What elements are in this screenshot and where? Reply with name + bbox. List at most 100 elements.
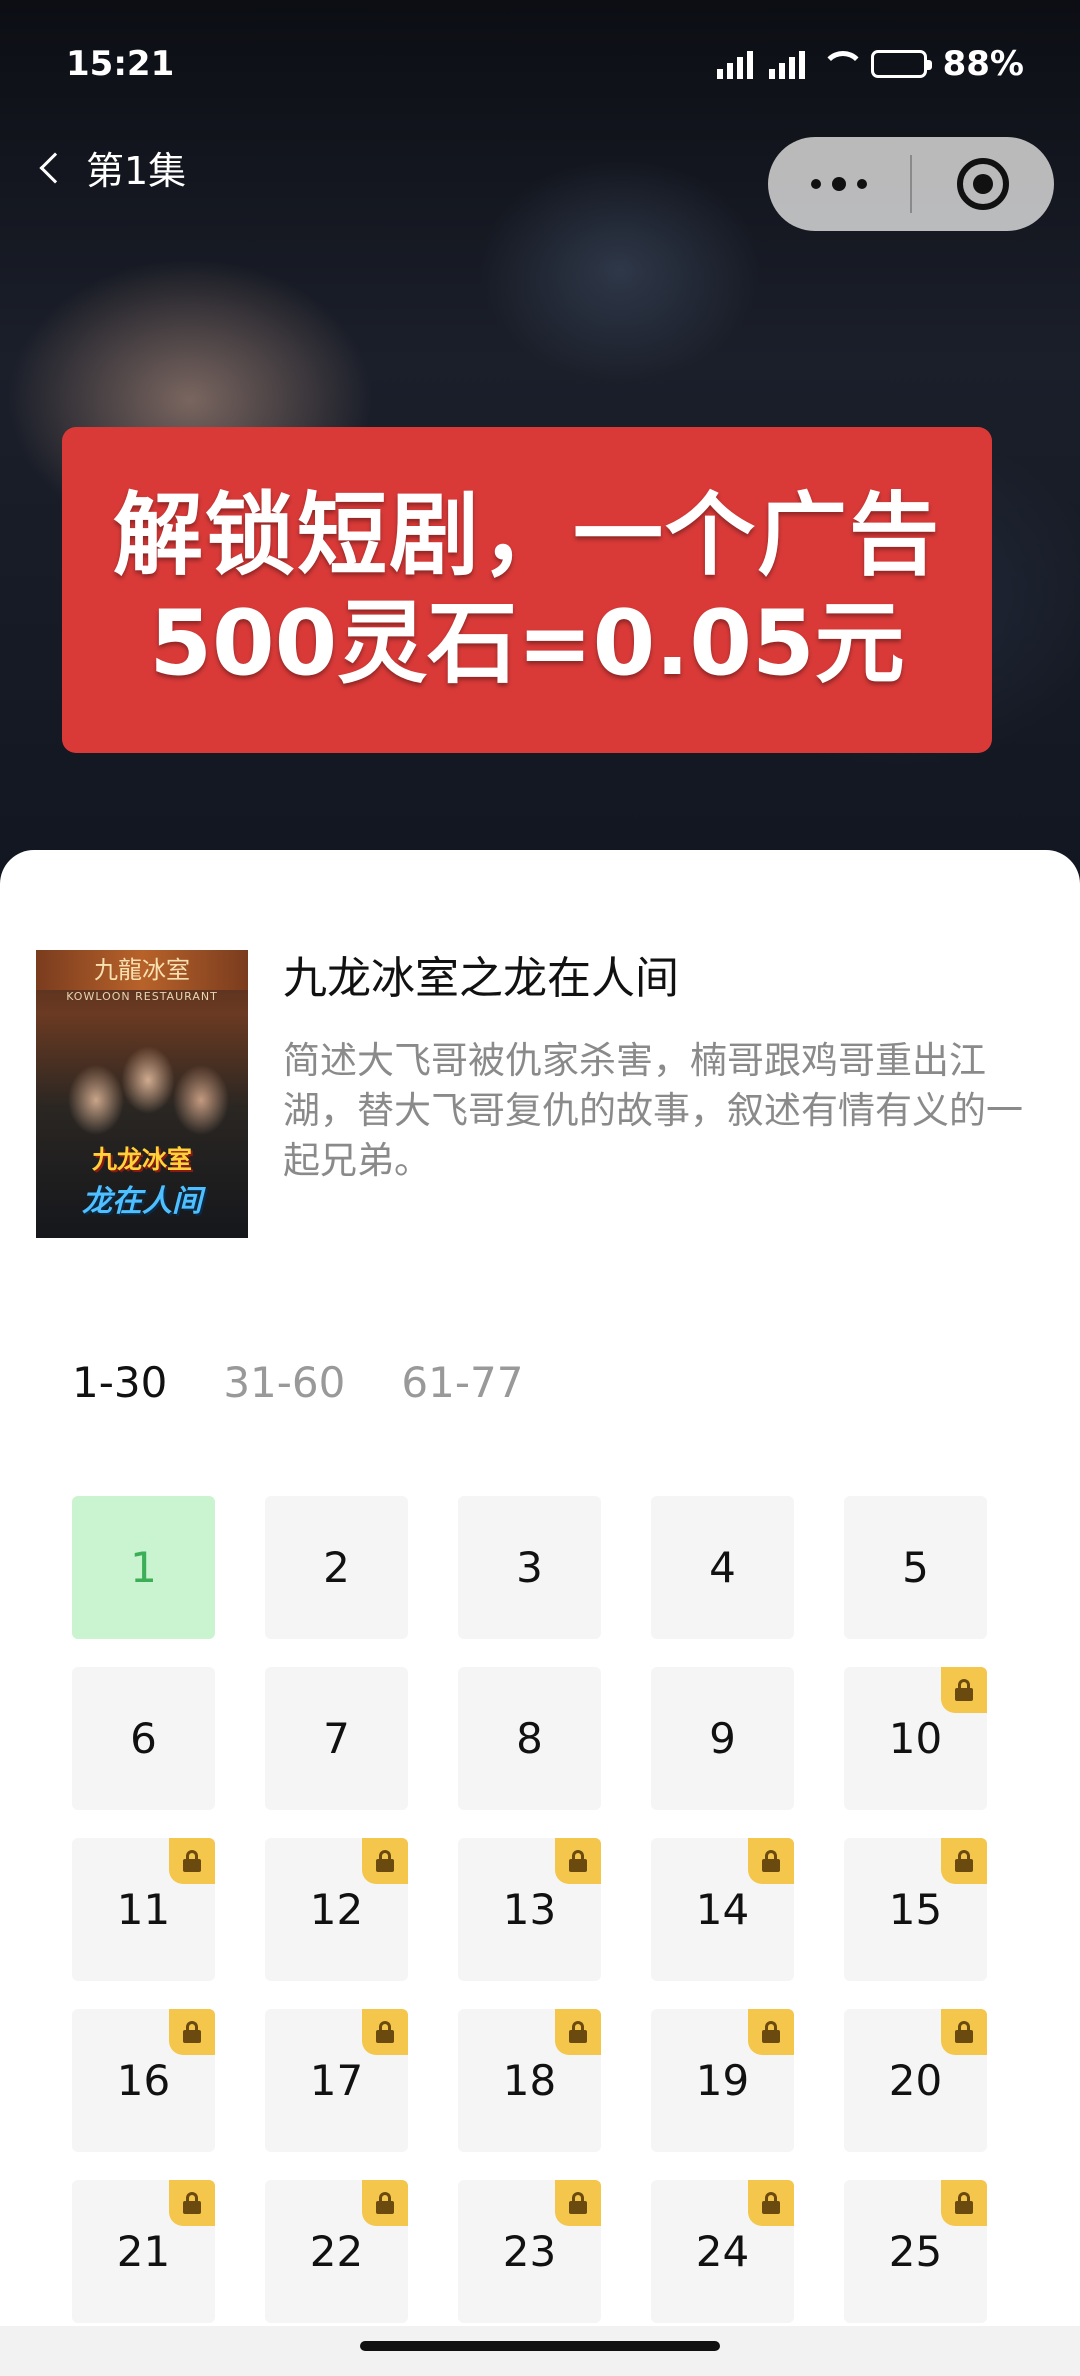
episode-item[interactable]: 22: [265, 2180, 408, 2323]
chevron-left-icon: [39, 151, 71, 184]
lock-icon: [362, 2180, 408, 2226]
lock-icon: [555, 1838, 601, 1884]
episode-item[interactable]: 7: [265, 1667, 408, 1810]
lock-icon: [555, 2009, 601, 2055]
episode-number: 16: [116, 2056, 171, 2105]
poster-title-line2: 龙在人间: [82, 1184, 202, 1219]
episode-grid: 1 2 3 4 5 6 7 8 9 10 11 12 13 14 15 16 17 18 19 20 21 22 23 24 2…: [72, 1496, 987, 2323]
drama-title: 九龙冰室之龙在人间: [283, 953, 679, 1004]
episode-number: 5: [902, 1543, 929, 1592]
episode-number: 13: [502, 1885, 557, 1934]
episode-item[interactable]: 16: [72, 2009, 215, 2152]
lock-icon: [169, 2009, 215, 2055]
episode-item[interactable]: 12: [265, 1838, 408, 1981]
home-indicator[interactable]: [360, 2341, 720, 2351]
episode-item[interactable]: 2: [265, 1496, 408, 1639]
status-icons: 88%: [716, 44, 1024, 84]
status-bar: 15:21 88%: [0, 0, 1080, 130]
episode-number: 7: [323, 1714, 350, 1763]
episode-number: 23: [502, 2227, 557, 2276]
episode-number: 21: [116, 2227, 171, 2276]
promo-banner[interactable]: 解锁短剧，一个广告 500灵石=0.05元: [62, 427, 992, 753]
signal-icon: [716, 49, 753, 79]
episode-number: 8: [516, 1714, 543, 1763]
promo-price: 500灵石=0.05元: [149, 591, 905, 696]
drama-poster: 九龍冰室 KOWLOON RESTAURANT 九龙冰室 龙在人间: [36, 950, 248, 1238]
back-button[interactable]: 第1集: [36, 140, 186, 195]
lock-icon: [941, 1667, 987, 1713]
more-dots-icon: [832, 177, 846, 191]
bottom-bar: [0, 2326, 1080, 2376]
episode-item[interactable]: 15: [844, 1838, 987, 1981]
episode-item[interactable]: 4: [651, 1496, 794, 1639]
episode-number: 1: [130, 1543, 157, 1592]
lock-icon: [941, 2009, 987, 2055]
lock-icon: [748, 2180, 794, 2226]
episode-number: 10: [888, 1714, 943, 1763]
episode-number: 24: [695, 2227, 750, 2276]
episode-item[interactable]: 24: [651, 2180, 794, 2323]
episode-number: 3: [516, 1543, 543, 1592]
episode-item[interactable]: 1: [72, 1496, 215, 1639]
episode-sheet: 九龍冰室 KOWLOON RESTAURANT 九龙冰室 龙在人间 九龙冰室之龙…: [0, 850, 1080, 2376]
episode-number: 22: [309, 2227, 364, 2276]
lock-icon: [362, 1838, 408, 1884]
poster-sub-text: KOWLOON RESTAURANT: [66, 990, 218, 1003]
lock-icon: [555, 2180, 601, 2226]
episode-number: 15: [888, 1885, 943, 1934]
episode-item[interactable]: 19: [651, 2009, 794, 2152]
episode-item[interactable]: 9: [651, 1667, 794, 1810]
close-button[interactable]: [912, 137, 1054, 231]
episode-number: 9: [709, 1714, 736, 1763]
episode-number: 17: [309, 2056, 364, 2105]
episode-number: 18: [502, 2056, 557, 2105]
episode-item[interactable]: 14: [651, 1838, 794, 1981]
episode-item[interactable]: 18: [458, 2009, 601, 2152]
lock-icon: [748, 1838, 794, 1884]
tab-range-3[interactable]: 61-77: [401, 1358, 523, 1407]
lock-icon: [941, 1838, 987, 1884]
target-icon: [957, 158, 1009, 210]
episode-item[interactable]: 13: [458, 1838, 601, 1981]
lock-icon: [748, 2009, 794, 2055]
episode-item[interactable]: 25: [844, 2180, 987, 2323]
tab-range-2[interactable]: 31-60: [223, 1358, 345, 1407]
episode-number: 14: [695, 1885, 750, 1934]
battery-icon: [870, 50, 932, 78]
drama-description: 简述大飞哥被仇家杀害，楠哥跟鸡哥重出江湖，替大飞哥复仇的故事，叙述有情有义的一起…: [283, 1039, 1023, 1182]
episode-item[interactable]: 8: [458, 1667, 601, 1810]
status-time: 15:21: [66, 44, 175, 84]
episode-item[interactable]: 21: [72, 2180, 215, 2323]
episode-title: 第1集: [86, 149, 187, 193]
episode-item[interactable]: 3: [458, 1496, 601, 1639]
episode-item[interactable]: 17: [265, 2009, 408, 2152]
episode-item[interactable]: 10: [844, 1667, 987, 1810]
episode-number: 6: [130, 1714, 157, 1763]
episode-number: 2: [323, 1543, 350, 1592]
wifi-icon: [820, 51, 865, 77]
episode-item[interactable]: 6: [72, 1667, 215, 1810]
poster-logo-text: 九龍冰室: [36, 950, 248, 990]
episode-item[interactable]: 11: [72, 1838, 215, 1981]
tab-range-1[interactable]: 1-30: [72, 1358, 167, 1407]
episode-number: 4: [709, 1543, 736, 1592]
signal-icon-2: [768, 49, 805, 79]
episode-number: 20: [888, 2056, 943, 2105]
promo-headline: 解锁短剧，一个广告: [113, 483, 941, 588]
battery-percent: 88%: [942, 44, 1024, 84]
episode-item[interactable]: 20: [844, 2009, 987, 2152]
episode-range-tabs: 1-30 31-60 61-77: [72, 1358, 523, 1407]
episode-item[interactable]: 23: [458, 2180, 601, 2323]
episode-number: 12: [309, 1885, 364, 1934]
poster-title-line1: 九龙冰室: [91, 1145, 192, 1174]
episode-number: 19: [695, 2056, 750, 2105]
episode-number: 11: [116, 1885, 171, 1934]
lock-icon: [169, 1838, 215, 1884]
mini-program-capsule: [768, 137, 1054, 231]
episode-number: 25: [888, 2227, 943, 2276]
lock-icon: [169, 2180, 215, 2226]
episode-item[interactable]: 5: [844, 1496, 987, 1639]
screen: 15:21 88% 第1集 解锁短剧，一个广告 500灵石=0.05元 九龍冰室…: [0, 0, 1080, 2376]
lock-icon: [941, 2180, 987, 2226]
more-button[interactable]: [768, 137, 910, 231]
